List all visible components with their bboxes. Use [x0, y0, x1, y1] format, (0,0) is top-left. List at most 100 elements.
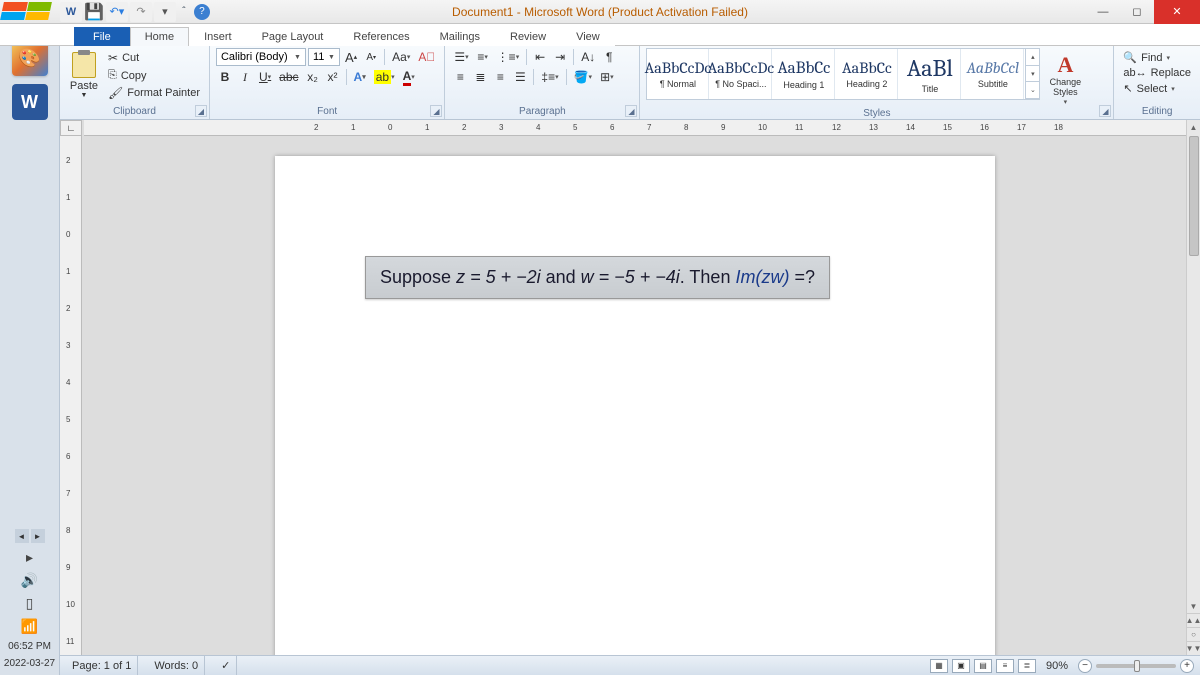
ruler-vertical[interactable]: 2101234567891011121314: [60, 136, 82, 655]
view-outline-button[interactable]: ≡: [996, 659, 1014, 673]
paste-button[interactable]: Paste ▼: [66, 48, 102, 99]
taskbar-time[interactable]: 06:52 PM: [8, 641, 51, 652]
font-size-selector[interactable]: 11▼: [308, 48, 340, 66]
next-page-icon[interactable]: ▼▼: [1187, 641, 1200, 655]
font-color-button[interactable]: A▾: [400, 68, 418, 86]
align-right-button[interactable]: ≡: [491, 68, 509, 86]
bullets-button[interactable]: ☰▾: [451, 48, 471, 66]
change-styles-button[interactable]: A Change Styles ▾: [1043, 48, 1087, 106]
tab-insert[interactable]: Insert: [189, 27, 247, 46]
numbering-button[interactable]: ≡▾: [474, 48, 492, 66]
italic-button[interactable]: I: [236, 68, 254, 86]
status-page[interactable]: Page: 1 of 1: [66, 656, 138, 675]
tab-review[interactable]: Review: [495, 27, 561, 46]
scroll-down-icon[interactable]: ▼: [1187, 599, 1200, 613]
line-spacing-button[interactable]: ‡≡▾: [538, 68, 561, 86]
tab-page-layout[interactable]: Page Layout: [247, 27, 339, 46]
view-draft-button[interactable]: ≣: [1018, 659, 1036, 673]
zoom-slider[interactable]: [1096, 664, 1176, 668]
styles-dialog-launcher[interactable]: ◢: [1099, 105, 1111, 117]
view-fullscreen-button[interactable]: ▣: [952, 659, 970, 673]
tab-mailings[interactable]: Mailings: [425, 27, 495, 46]
view-print-layout-button[interactable]: ▦: [930, 659, 948, 673]
subscript-button[interactable]: x₂: [304, 68, 322, 86]
styles-gallery[interactable]: AaBbCcDc¶ Normal AaBbCcDc¶ No Spaci... A…: [646, 48, 1040, 100]
style-nospacing[interactable]: AaBbCcDc¶ No Spaci...: [710, 49, 772, 99]
find-button[interactable]: 🔍Find▾: [1120, 50, 1194, 65]
style-subtitle[interactable]: AaBbCclSubtitle: [962, 49, 1024, 99]
justify-button[interactable]: ☰: [511, 68, 529, 86]
clear-format-button[interactable]: A⃥: [415, 48, 438, 66]
maximize-button[interactable]: ◻: [1120, 0, 1154, 24]
shrink-font-button[interactable]: A▾: [362, 48, 380, 66]
style-normal[interactable]: AaBbCcDc¶ Normal: [647, 49, 709, 99]
superscript-button[interactable]: x²: [324, 68, 342, 86]
ruler-horizontal[interactable]: 210123456789101112131415161718: [84, 120, 1186, 136]
tab-file[interactable]: File: [74, 27, 130, 46]
vertical-scrollbar[interactable]: ▲ ▼ ▲▲ ○ ▼▼: [1186, 120, 1200, 655]
status-words[interactable]: Words: 0: [148, 656, 205, 675]
network-icon[interactable]: 📶: [21, 618, 38, 635]
qat-undo-icon[interactable]: ↶▾: [106, 2, 128, 22]
document-page[interactable]: Suppose z = 5 + −2i and w = −5 + −4i. Th…: [275, 156, 995, 655]
clipboard-dialog-launcher[interactable]: ◢: [195, 105, 207, 117]
paragraph-dialog-launcher[interactable]: ◢: [625, 105, 637, 117]
battery-icon[interactable]: ▯: [26, 595, 34, 612]
tab-home[interactable]: Home: [130, 27, 189, 46]
ruler-corner[interactable]: ∟: [60, 120, 82, 136]
view-web-button[interactable]: ▤: [974, 659, 992, 673]
style-heading2[interactable]: AaBbCcHeading 2: [836, 49, 898, 99]
change-case-button[interactable]: Aa▾: [389, 48, 413, 66]
styles-scroll[interactable]: ▴▾⌄: [1025, 49, 1039, 99]
copy-button[interactable]: ⎘Copy: [105, 68, 203, 83]
cut-button[interactable]: ✂Cut: [105, 50, 203, 66]
app-icon-word[interactable]: W: [12, 84, 48, 120]
sort-button[interactable]: A↓: [578, 48, 598, 66]
page-scroll[interactable]: Suppose z = 5 + −2i and w = −5 + −4i. Th…: [84, 136, 1186, 655]
browse-object-icon[interactable]: ○: [1187, 627, 1200, 641]
decrease-indent-button[interactable]: ⇤: [531, 48, 549, 66]
highlight-button[interactable]: ab▾: [371, 68, 398, 86]
zoom-out-button[interactable]: −: [1078, 659, 1092, 673]
underline-button[interactable]: U▾: [256, 68, 274, 86]
multilevel-button[interactable]: ⋮≡▾: [494, 48, 523, 66]
style-heading1[interactable]: AaBbCcHeading 1: [773, 49, 835, 99]
style-title[interactable]: AaBlTitle: [899, 49, 961, 99]
bold-button[interactable]: B: [216, 68, 234, 86]
zoom-level[interactable]: 90%: [1046, 660, 1068, 672]
zoom-handle[interactable]: [1134, 660, 1140, 672]
font-dialog-launcher[interactable]: ◢: [430, 105, 442, 117]
align-left-button[interactable]: ≡: [451, 68, 469, 86]
volume-icon[interactable]: 🔊: [21, 572, 38, 589]
text-effects-button[interactable]: A▾: [351, 68, 369, 86]
shading-button[interactable]: 🪣▾: [571, 68, 595, 86]
scroll-thumb[interactable]: [1189, 136, 1199, 256]
status-proof-icon[interactable]: ✓: [215, 656, 237, 675]
qat-redo-icon[interactable]: ↷: [130, 2, 152, 22]
replace-button[interactable]: ab↔Replace: [1120, 66, 1194, 80]
select-button[interactable]: ↖Select▾: [1120, 81, 1194, 96]
prev-page-icon[interactable]: ▲▲: [1187, 613, 1200, 627]
close-button[interactable]: ✕: [1154, 0, 1200, 24]
format-painter-button[interactable]: 🖌Format Painter: [105, 85, 203, 101]
qat-customize-icon[interactable]: ▾: [154, 2, 176, 22]
taskbar-show-hidden[interactable]: ▸: [26, 549, 33, 566]
zoom-in-button[interactable]: +: [1180, 659, 1194, 673]
ribbon-collapse-icon[interactable]: ˆ: [176, 4, 192, 20]
tab-view[interactable]: View: [561, 27, 615, 46]
borders-button[interactable]: ⊞▾: [597, 68, 617, 86]
align-center-button[interactable]: ≣: [471, 68, 489, 86]
show-marks-button[interactable]: ¶: [600, 48, 618, 66]
minimize-button[interactable]: —: [1086, 0, 1120, 24]
scroll-up-icon[interactable]: ▲: [1187, 120, 1200, 134]
taskbar-nav[interactable]: ◄►: [15, 529, 45, 543]
help-icon[interactable]: ?: [194, 4, 210, 20]
increase-indent-button[interactable]: ⇥: [551, 48, 569, 66]
taskbar-date[interactable]: 2022-03-27: [4, 658, 55, 669]
qat-word-icon[interactable]: W: [60, 2, 82, 22]
strike-button[interactable]: abc: [276, 68, 301, 86]
tab-references[interactable]: References: [338, 27, 424, 46]
font-name-selector[interactable]: Calibri (Body)▼: [216, 48, 306, 66]
qat-save-icon[interactable]: 💾: [84, 2, 104, 22]
grow-font-button[interactable]: A▴: [342, 48, 360, 66]
